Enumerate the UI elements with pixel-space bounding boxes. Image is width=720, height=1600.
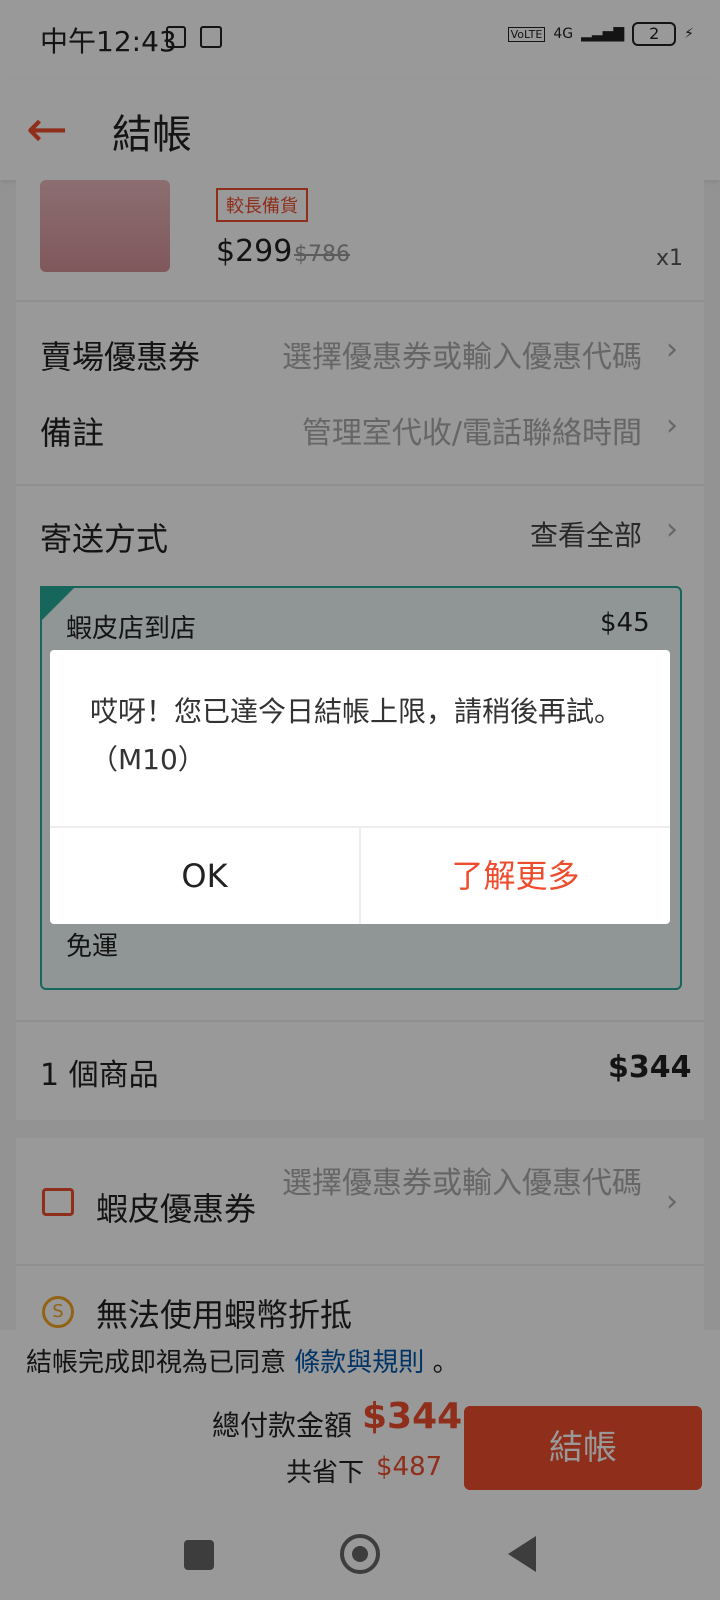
dialog-message-line2: （M10） [90, 743, 206, 776]
dialog-message-line1: 哎呀！您已達今日結帳上限，請稍後再試。 [90, 695, 623, 728]
dialog-message: 哎呀！您已達今日結帳上限，請稍後再試。 （M10） [90, 688, 650, 784]
ok-button[interactable]: OK [50, 828, 359, 924]
learn-more-button[interactable]: 了解更多 [361, 828, 670, 924]
error-dialog: 哎呀！您已達今日結帳上限，請稍後再試。 （M10） OK 了解更多 [50, 650, 670, 924]
